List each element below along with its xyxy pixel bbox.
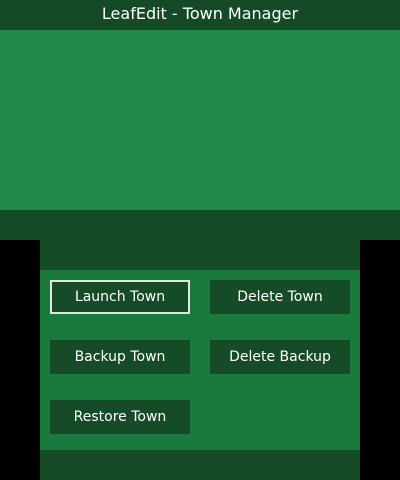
bottom-screen-top-bar: [40, 240, 360, 270]
bottom-screen-bottom-bar: [40, 450, 360, 480]
delete-town-label: Delete Town: [237, 289, 323, 305]
restore-town-label: Restore Town: [73, 409, 167, 425]
backup-town-label: Backup Town: [74, 349, 166, 365]
restore-town-button[interactable]: Restore Town: [50, 400, 190, 434]
delete-town-button[interactable]: Delete Town: [210, 280, 350, 314]
launch-town-label: Launch Town: [74, 289, 166, 305]
bottom-screen: Launch Town Delete Town Backup Town Dele…: [40, 240, 360, 480]
launch-town-button[interactable]: Launch Town: [50, 280, 190, 314]
delete-backup-label: Delete Backup: [229, 349, 331, 365]
backup-town-button[interactable]: Backup Town: [50, 340, 190, 374]
delete-backup-button[interactable]: Delete Backup: [210, 340, 350, 374]
app-title: LeafEdit - Town Manager: [101, 4, 299, 23]
top-screen-bottom-bar: [0, 210, 400, 240]
title-bar: LeafEdit - Town Manager: [0, 0, 400, 30]
top-screen: LeafEdit - Town Manager: [0, 0, 400, 240]
